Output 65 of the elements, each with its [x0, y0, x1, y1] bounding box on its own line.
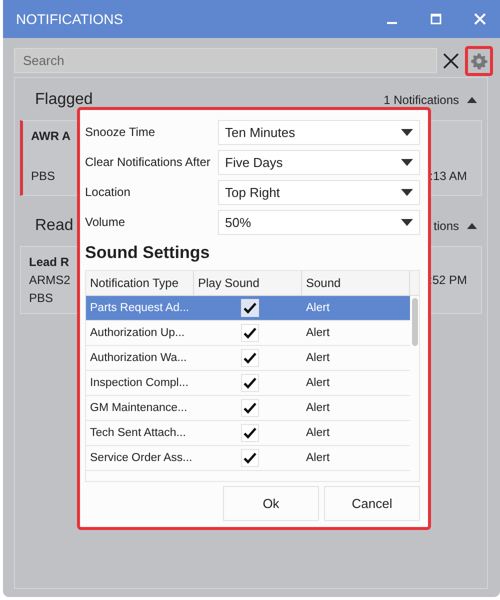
caret-icon[interactable]	[467, 97, 477, 103]
table-row[interactable]: Inspection Compl... Alert	[86, 371, 410, 396]
setting-label: Location	[85, 185, 132, 199]
checkbox[interactable]	[241, 299, 259, 317]
checkbox[interactable]	[241, 399, 259, 417]
dropdown-arrow-icon	[401, 128, 413, 136]
dropdown-arrow-icon	[401, 188, 413, 196]
table-cell-text: Alert	[305, 377, 331, 389]
notification-text: PBS	[31, 169, 56, 183]
setting-label: Snooze Time	[85, 125, 156, 139]
table-row[interactable]: Authorization Wa... Alert	[86, 346, 410, 371]
checkbox[interactable]	[241, 324, 259, 342]
table-cell-text: Alert	[305, 302, 331, 314]
notification-title: Lead R	[29, 255, 70, 269]
cancel-button[interactable]: Cancel	[324, 486, 420, 521]
table-cell-text: Alert	[305, 327, 331, 339]
section-title: Flagged	[35, 91, 93, 109]
dropdown-arrow-icon	[401, 158, 413, 166]
notification-count: 1 Notifications	[384, 93, 459, 107]
search-field[interactable]: Search	[14, 48, 437, 73]
dropdown[interactable]: Ten Minutes	[218, 120, 420, 144]
table-cell-text: Parts Request Ad...	[89, 302, 190, 314]
checkbox[interactable]	[241, 424, 259, 442]
table-cell-text: Alert	[305, 402, 331, 414]
table-cell-text: Authorization Wa...	[89, 352, 188, 364]
table-row[interactable]: Tech Sent Attach... Alert	[86, 421, 410, 446]
checkbox[interactable]	[241, 449, 259, 467]
table-row[interactable]: Parts Request Ad... Alert	[86, 296, 410, 321]
column-header[interactable]: Notification Type	[86, 271, 194, 295]
maximize-icon[interactable]	[430, 13, 442, 25]
table-cell-text: Inspection Compl...	[89, 377, 190, 389]
checkbox[interactable]	[241, 349, 259, 367]
notification-text: ARMS2	[29, 273, 70, 287]
section-heading: Sound Settings	[85, 243, 211, 263]
table-cell-text: GM Maintenance...	[89, 402, 188, 414]
setting-label: Clear Notifications After	[85, 155, 212, 169]
table-cell-text: Tech Sent Attach...	[89, 427, 187, 439]
notification-title: AWR A	[31, 129, 71, 143]
ok-button[interactable]: Ok	[223, 486, 319, 521]
notification-text: PBS	[29, 291, 54, 305]
section-title: Read	[35, 217, 74, 235]
column-header[interactable]: Sound	[302, 271, 410, 295]
notification-count: tions	[434, 219, 459, 233]
table-row[interactable]: GM Maintenance... Alert	[86, 396, 410, 421]
table-cell-text: Alert	[305, 452, 331, 464]
dropdown[interactable]: 50%	[218, 210, 420, 234]
table-row[interactable]: Authorization Up... Alert	[86, 321, 410, 346]
settings-icon	[470, 52, 488, 70]
scrollbar-thumb[interactable]	[412, 298, 418, 346]
column-header[interactable]: Play Sound	[194, 271, 302, 295]
caret-icon[interactable]	[467, 223, 477, 229]
table-cell-text: Alert	[305, 427, 331, 439]
table-cell-text: Alert	[305, 352, 331, 364]
notification-time: :13 AM	[430, 169, 467, 183]
dropdown[interactable]: Top Right	[218, 180, 420, 204]
clear-icon[interactable]	[443, 52, 459, 68]
window-title: NOTIFICATIONS	[16, 11, 124, 27]
setting-label: Volume	[85, 215, 126, 229]
table-cell-text: Authorization Up...	[89, 327, 186, 339]
table-cell-text: Service Order Ass...	[89, 452, 194, 464]
dropdown-arrow-icon	[401, 218, 413, 226]
checkbox[interactable]	[241, 374, 259, 392]
close-icon[interactable]	[474, 13, 486, 25]
table-row[interactable]: Service Order Ass... Alert	[86, 446, 410, 471]
dropdown[interactable]: Five Days	[218, 150, 420, 174]
